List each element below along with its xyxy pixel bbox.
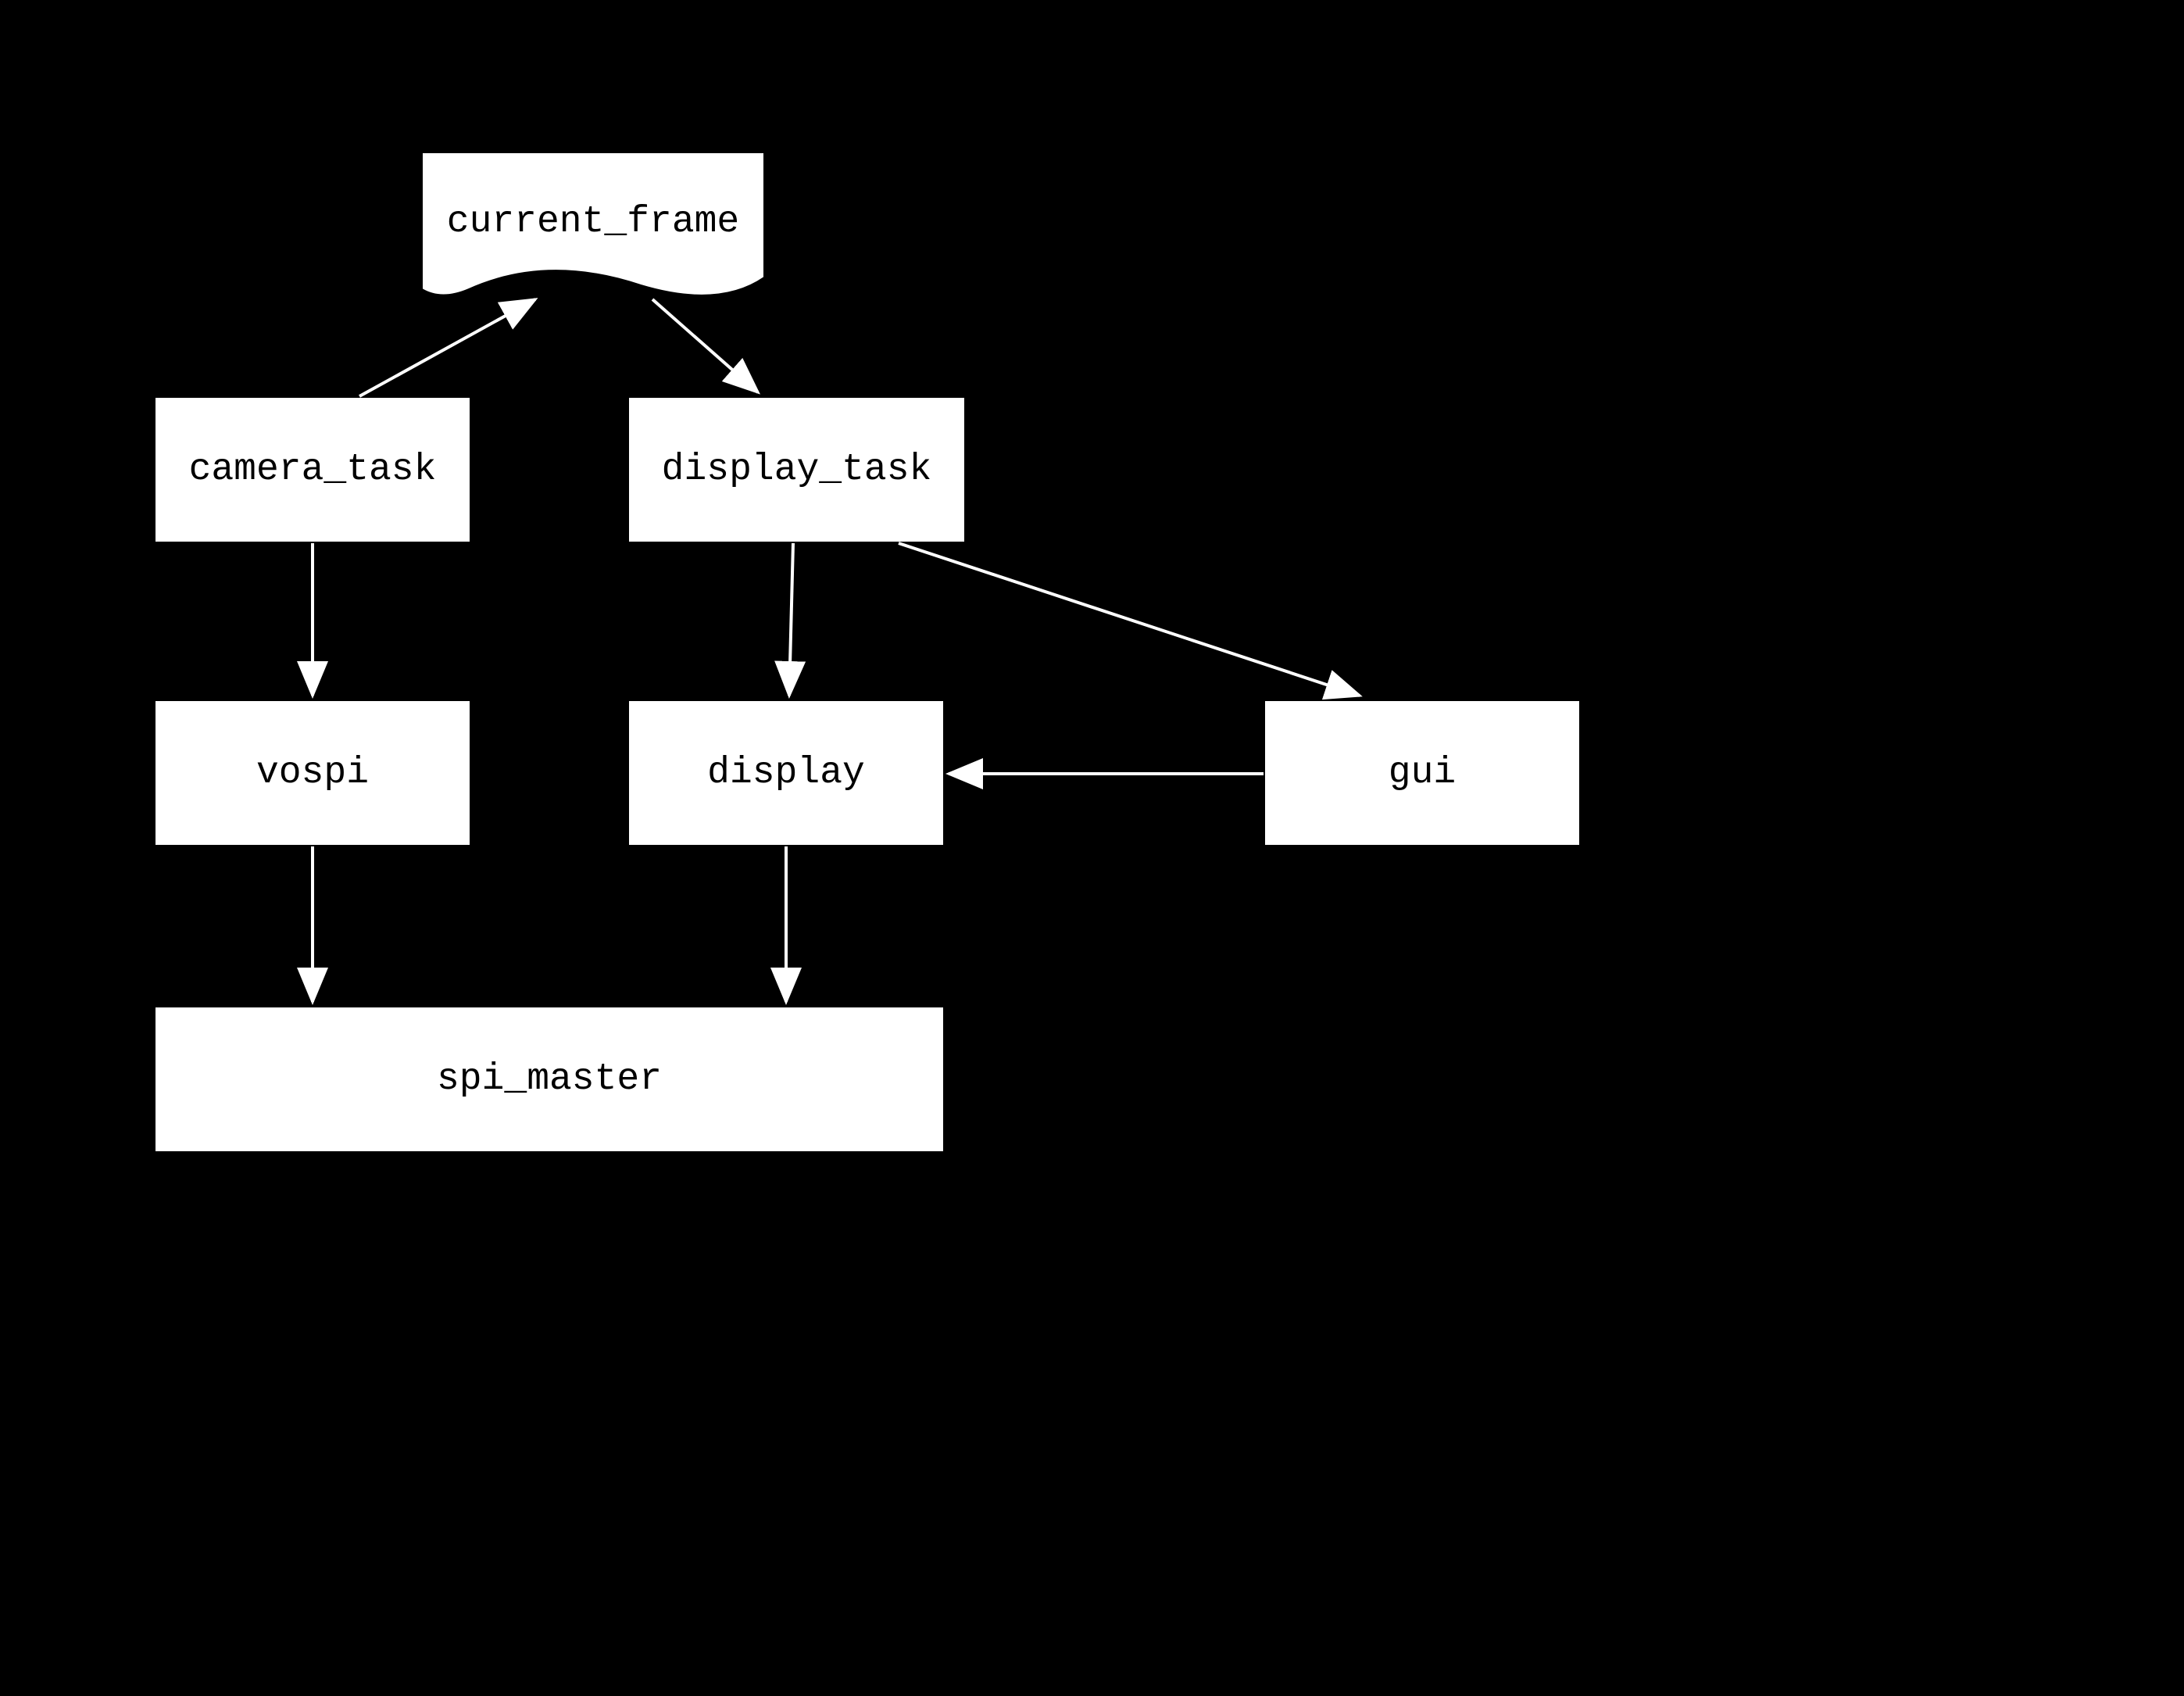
edge-camera-task-to-current-frame (359, 299, 535, 396)
node-spi-master: spi_master (154, 1006, 945, 1153)
node-vospi-label: vospi (256, 752, 369, 794)
node-vospi: vospi (154, 700, 471, 846)
node-current-frame-label: current_frame (422, 201, 764, 243)
node-display-task-label: display_task (662, 449, 932, 491)
connectors (0, 0, 2184, 1696)
edge-current-frame-to-display-task (652, 299, 758, 392)
node-display-label: display (707, 752, 865, 794)
node-camera-task-label: camera_task (189, 449, 437, 491)
edge-display-task-to-display (789, 543, 793, 696)
node-display-task: display_task (627, 396, 966, 543)
edge-display-task-to-gui (899, 543, 1360, 696)
node-camera-task: camera_task (154, 396, 471, 543)
node-gui-label: gui (1389, 752, 1456, 794)
node-display: display (627, 700, 945, 846)
node-gui: gui (1264, 700, 1581, 846)
node-current-frame: current_frame (422, 152, 764, 309)
diagram-container: current_frame camera_task display_task v… (0, 0, 2184, 1696)
node-spi-master-label: spi_master (437, 1058, 662, 1100)
